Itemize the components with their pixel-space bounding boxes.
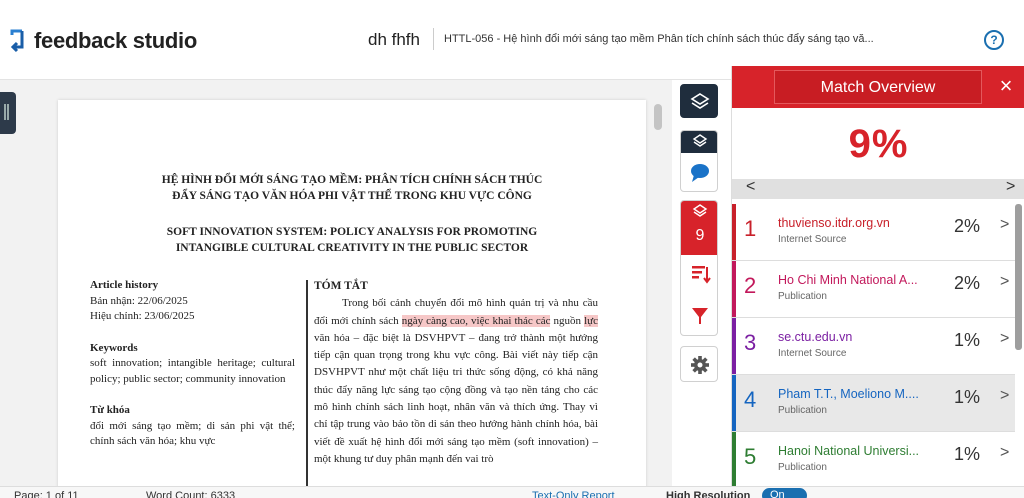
layers-button[interactable]	[680, 84, 718, 118]
title-divider	[433, 28, 434, 50]
panel-header: Match Overview ×	[732, 66, 1024, 108]
chevron-right-icon[interactable]: >	[1000, 387, 1009, 405]
layers-icon	[692, 204, 708, 217]
match-type: Internet Source	[778, 348, 847, 359]
match-color-bar	[732, 432, 736, 488]
match-number: 2	[744, 273, 757, 298]
comments-layer-header	[681, 131, 717, 153]
title-vi-line1: HỆ HÌNH ĐỔI MỚI SÁNG TẠO MỀM: PHÂN TÍCH …	[161, 174, 543, 186]
match-percent: 2%	[954, 216, 981, 236]
logo: feedback studio	[10, 28, 197, 54]
match-source[interactable]: Pham T.T., Moeliono M....	[778, 387, 919, 401]
title-en-line2: INTANGIBLE CULTURAL CREATIVITY IN THE PU…	[175, 242, 529, 254]
text-only-report-link[interactable]: Text-Only Report	[532, 490, 615, 498]
keywords-text: soft innovation; intangible heritage; cu…	[90, 357, 295, 385]
chevron-right-icon[interactable]: >	[1000, 273, 1009, 291]
viewer-scrollbar[interactable]	[654, 104, 662, 130]
document-title: HTTL-056 - Hệ hình đổi mới sáng tạo mềm …	[444, 33, 874, 45]
high-resolution-label: High Resolution	[666, 490, 751, 498]
match-number: 4	[744, 387, 757, 412]
high-resolution-toggle[interactable]: On	[762, 488, 807, 498]
app-name: feedback studio	[34, 28, 197, 53]
similarity-percent: 9%	[848, 122, 909, 166]
match-percent: 1%	[954, 444, 981, 464]
abstract-heading: TÓM TẮT	[314, 280, 368, 292]
match-row[interactable]: 2 Ho Chi Minh National A... Publication 2% >	[732, 261, 1015, 318]
panel-title: Match Overview	[774, 70, 982, 104]
match-source[interactable]: Hanoi National Universi...	[778, 444, 919, 458]
close-icon[interactable]: ×	[994, 74, 1018, 98]
help-icon[interactable]: ?	[984, 30, 1004, 50]
match-percent: 1%	[954, 387, 981, 407]
grip-icon	[4, 104, 6, 120]
match-source[interactable]: Ho Chi Minh National A...	[778, 273, 918, 287]
match-number: 5	[744, 444, 757, 469]
settings-button[interactable]	[680, 346, 718, 382]
chevron-right-icon[interactable]: >	[1000, 216, 1009, 234]
match-number: 3	[744, 330, 757, 355]
match-type: Publication	[778, 405, 827, 416]
match-color-bar	[732, 318, 736, 374]
match-row[interactable]: 1 thuvienso.itdr.org.vn Internet Source 2% >	[732, 204, 1015, 261]
chevron-right-icon[interactable]: >	[1000, 330, 1009, 348]
article-info-column: Article history Bản nhận: 22/06/2025 Hiệ…	[90, 278, 295, 450]
article-history-label: Article history	[90, 279, 159, 291]
document-author: dh fhfh	[368, 30, 420, 49]
match-highlight[interactable]: ngày càng cao, việc khai thác các	[401, 314, 551, 327]
similarity-layer-header: 9	[681, 201, 717, 255]
received-date: Bản nhận: 22/06/2025	[90, 294, 188, 307]
tukhoa-text: đổi mới sáng tạo mềm; di sản phi vật thể…	[90, 419, 295, 448]
layers-icon	[690, 93, 710, 109]
match-count-badge: 9	[695, 227, 705, 244]
match-percent: 1%	[954, 330, 981, 350]
abstract-segment: văn hóa – đặc biệt là DSVHPVT – đang trở…	[314, 331, 598, 465]
match-overview-panel: Match Overview × 9% < > 1 thuvienso.itdr.…	[731, 66, 1024, 498]
match-type: Internet Source	[778, 234, 847, 245]
match-highlight[interactable]: lực	[584, 314, 598, 327]
match-source[interactable]: se.ctu.edu.vn	[778, 330, 852, 344]
match-percent: 2%	[954, 273, 981, 293]
next-page-button[interactable]: >	[1006, 178, 1015, 196]
match-type: Publication	[778, 462, 827, 473]
match-pager: < >	[732, 178, 1024, 199]
match-row[interactable]: 5 Hanoi National Universi... Publication 1%…	[732, 432, 1015, 489]
comment-icon	[691, 164, 709, 182]
layers-icon	[692, 134, 708, 147]
abstract-segment: nguồn	[550, 314, 585, 327]
abstract-text: Trong bối cảnh chuyển đổi mô hình quản t…	[314, 295, 598, 468]
similarity-layer-button[interactable]: 9	[680, 200, 718, 336]
prev-page-button[interactable]: <	[746, 178, 755, 196]
word-count: Word Count: 6333	[146, 490, 236, 498]
gear-icon	[691, 356, 709, 374]
chevron-right-icon[interactable]: >	[1000, 444, 1009, 462]
comments-layer-button[interactable]	[680, 130, 718, 192]
abstract-column: TÓM TẮT Trong bối cảnh chuyển đổi mô hìn…	[314, 278, 598, 468]
revised-date: Hiệu chỉnh: 23/06/2025	[90, 310, 195, 322]
status-bar: Page: 1 of 11 Word Count: 6333 Text-Only…	[0, 486, 1024, 498]
keywords-label: Keywords	[90, 341, 138, 354]
document-page: HỆ HÌNH ĐỔI MỚI SÁNG TẠO MỀM: PHÂN TÍCH …	[58, 100, 646, 498]
match-type: Publication	[778, 291, 827, 302]
match-number: 1	[744, 216, 757, 241]
match-color-bar	[732, 204, 736, 260]
filter-icon[interactable]	[681, 298, 718, 336]
column-divider	[306, 280, 308, 498]
sort-icon[interactable]	[681, 255, 718, 293]
match-source[interactable]: thuvienso.itdr.org.vn	[778, 216, 890, 230]
title-en-line1: SOFT INNOVATION SYSTEM: POLICY ANALYSIS …	[166, 226, 538, 238]
match-color-bar	[732, 261, 736, 317]
feedback-studio-logo-icon	[10, 29, 24, 53]
title-vi-line2: ĐẨY SÁNG TẠO VĂN HÓA PHI VẬT THỂ TRONG K…	[172, 190, 532, 202]
match-row[interactable]: 4 Pham T.T., Moeliono M.... Publication 1% >	[732, 375, 1015, 432]
match-row[interactable]: 3 se.ctu.edu.vn Internet Source 1% >	[732, 318, 1015, 375]
match-color-bar	[732, 375, 736, 431]
panel-scrollbar[interactable]	[1015, 204, 1022, 350]
match-list: 1 thuvienso.itdr.org.vn Internet Source 2% >…	[732, 204, 1015, 489]
side-panel-handle[interactable]	[0, 92, 16, 134]
page-indicator: Page: 1 of 11	[14, 490, 79, 498]
tukhoa-label: Từ khóa	[90, 404, 130, 416]
